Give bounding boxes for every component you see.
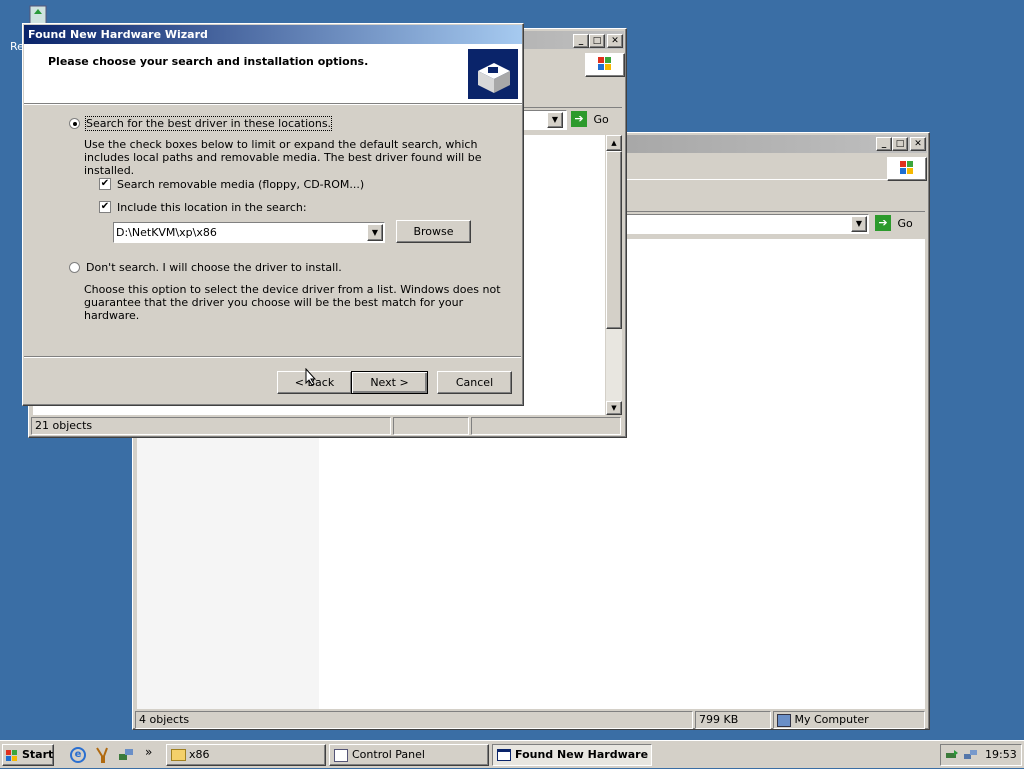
wizard-header-title: Please choose your search and installati… <box>48 55 369 68</box>
location-value[interactable]: D:\NetKVM\xp\x86 <box>116 226 217 239</box>
wizard-titlebar[interactable]: Found New Hardware Wizard <box>24 25 522 44</box>
scroll-thumb[interactable] <box>606 151 622 329</box>
cancel-button[interactable]: Cancel <box>437 371 512 394</box>
quick-launch-more-button[interactable]: » <box>145 745 152 759</box>
go-arrow-icon: ➔ <box>571 111 587 127</box>
browse-button[interactable]: Browse <box>396 220 471 243</box>
status-size: 799 KB <box>695 711 771 729</box>
go-button[interactable]: ➔ Go <box>571 111 615 129</box>
minimize-button[interactable]: _ <box>573 34 589 48</box>
dont-search-description: Choose this option to select the device … <box>84 283 501 322</box>
scroll-down-button[interactable]: ▼ <box>606 401 622 415</box>
checkbox-include-location[interactable]: ✔ Include this location in the search: <box>99 201 359 215</box>
checkbox-removable-media[interactable]: ✔ Search removable media (floppy, CD-ROM… <box>99 178 364 192</box>
quick-launch-ie-icon[interactable]: e <box>70 747 86 763</box>
vertical-scrollbar[interactable]: ▲ ▼ <box>606 135 622 415</box>
network-connection-icon[interactable] <box>963 748 979 762</box>
mouse-cursor <box>305 367 317 389</box>
next-button[interactable]: Next > <box>351 371 428 394</box>
wizard-separator <box>24 356 521 358</box>
close-button[interactable]: ✕ <box>607 34 623 48</box>
windows-logo-icon <box>585 53 625 77</box>
checkbox-checked[interactable]: ✔ <box>99 201 111 213</box>
clock[interactable]: 19:53 <box>985 748 1017 761</box>
status-location: My Computer <box>773 711 925 729</box>
windows-logo-icon <box>887 157 927 181</box>
window-icon <box>497 749 511 761</box>
taskbar: Start e » x86 Control Panel Found New Ha… <box>0 740 1024 768</box>
search-description: Use the check boxes below to limit or ex… <box>84 138 482 177</box>
folder-icon <box>171 749 186 761</box>
taskbar-item-found-new-hardware[interactable]: Found New Hardware ... <box>492 744 652 766</box>
taskbar-item-x86[interactable]: x86 <box>166 744 326 766</box>
radio-dont-search[interactable]: Don't search. I will choose the driver t… <box>69 261 342 275</box>
control-panel-icon <box>334 749 348 762</box>
location-dropdown-button[interactable]: ▼ <box>367 224 383 241</box>
address-dropdown-button[interactable]: ▼ <box>851 216 867 232</box>
found-new-hardware-wizard: Found New Hardware Wizard Please choose … <box>22 23 524 406</box>
scroll-up-button[interactable]: ▲ <box>606 135 622 151</box>
status-objects: 4 objects <box>135 711 693 729</box>
quick-launch-network-icon[interactable] <box>117 746 135 764</box>
maximize-button[interactable]: □ <box>589 34 605 48</box>
quick-launch-tools-icon[interactable] <box>94 746 110 764</box>
windows-flag-icon <box>6 749 18 761</box>
go-button[interactable]: ➔ Go <box>875 215 919 233</box>
checkbox-checked[interactable]: ✔ <box>99 178 111 190</box>
close-button[interactable]: ✕ <box>910 137 926 151</box>
safely-remove-hardware-icon[interactable] <box>945 748 959 762</box>
location-combobox[interactable]: D:\NetKVM\xp\x86 ▼ <box>113 222 385 243</box>
maximize-button[interactable]: □ <box>892 137 908 151</box>
computer-icon <box>777 713 791 727</box>
wizard-header: Please choose your search and installati… <box>24 44 522 104</box>
status-pane-3 <box>471 417 621 435</box>
hardware-icon <box>468 49 518 99</box>
status-pane-2 <box>393 417 469 435</box>
radio-button[interactable] <box>69 262 80 273</box>
system-tray: 19:53 <box>940 744 1022 766</box>
minimize-button[interactable]: _ <box>876 137 892 151</box>
taskbar-item-control-panel[interactable]: Control Panel <box>329 744 489 766</box>
go-arrow-icon: ➔ <box>875 215 891 231</box>
start-button[interactable]: Start <box>2 744 54 766</box>
status-objects: 21 objects <box>31 417 391 435</box>
radio-button-selected[interactable] <box>69 118 80 129</box>
radio-search-best-driver[interactable]: Search for the best driver in these loca… <box>69 116 333 131</box>
address-dropdown-button[interactable]: ▼ <box>547 112 563 128</box>
